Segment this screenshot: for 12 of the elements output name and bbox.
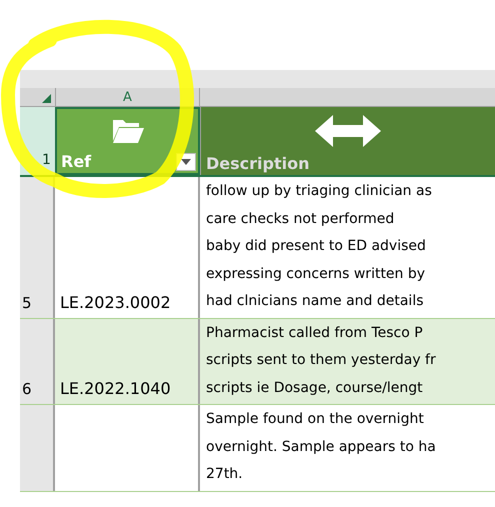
row-header[interactable]: 5 — [20, 177, 55, 318]
double-arrow-icon — [315, 114, 381, 148]
row-header[interactable] — [20, 405, 55, 490]
select-all-icon[interactable] — [42, 94, 51, 103]
header-label: Ref — [60, 153, 92, 173]
table-cell-text: Sample found on the overnight overnight. Sample appears to ha 27th. — [205, 410, 437, 484]
folder-icon — [110, 117, 144, 145]
header-label: Description — [205, 155, 310, 175]
row-header[interactable]: 6 — [20, 318, 55, 404]
table-cell-text: follow up by triaging clinician as care checks not performed baby did present to ED advised expressing concerns written by had clnicians name and details — [205, 182, 433, 311]
table-cell-text: Pharmacist called from Tesco P scripts sent to them yesterday fr scripts ie Dosage, course/lengt — [205, 324, 437, 398]
caret-icon — [181, 159, 191, 165]
